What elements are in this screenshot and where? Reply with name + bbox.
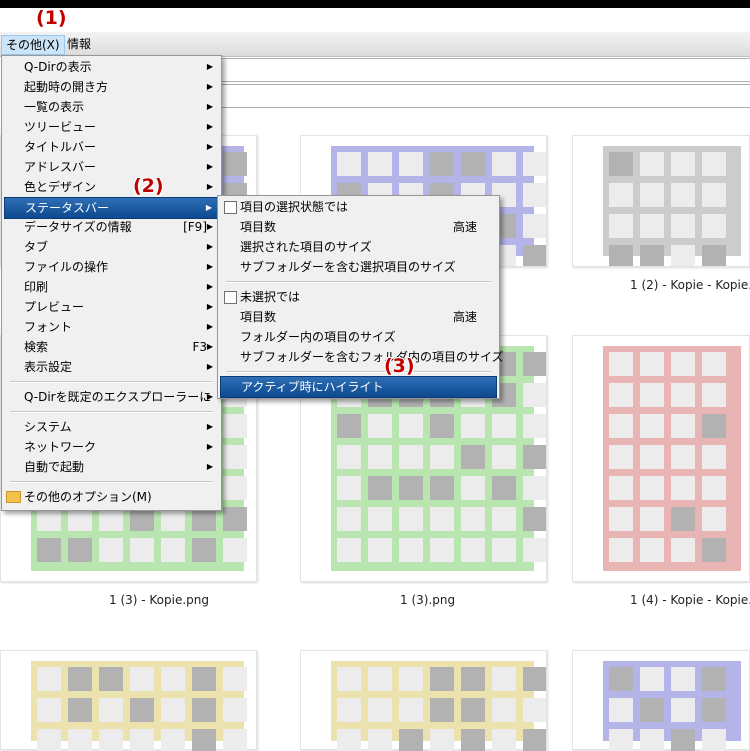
menu-bar: その他(X) 情報	[0, 32, 750, 57]
submenu-item-folder-size-sub[interactable]: サブフォルダーを含むフォルダ内の項目のサイズ	[220, 347, 504, 367]
menu-item-qdir-display[interactable]: Q-Dirの表示 ▶	[4, 57, 219, 77]
menu-item-color-design[interactable]: 色とデザイン ▶	[4, 177, 219, 197]
file-name[interactable]: 1 (2) - Kopie - Kopie.png	[630, 278, 750, 292]
step-marker-1: (1)	[36, 7, 67, 29]
folder-icon	[6, 491, 21, 503]
menu-item-status-bar[interactable]: ステータスバー ▶	[4, 197, 219, 219]
thumbnail-tile[interactable]	[572, 135, 750, 267]
menu-separator	[10, 411, 213, 413]
menu-other[interactable]: その他(X)	[1, 35, 65, 55]
window-top-edge	[0, 0, 750, 8]
checkbox-icon	[224, 201, 237, 214]
thumbnail-tile[interactable]	[0, 650, 257, 751]
menu-item-default-explorer[interactable]: Q-Dirを既定のエクスプローラーに ▶	[4, 387, 219, 407]
step-marker-3: (3)	[384, 355, 415, 377]
menu-item-search[interactable]: 検索 F3 ▶	[4, 337, 219, 357]
submenu-item-folder-size[interactable]: フォルダー内の項目のサイズ	[220, 327, 497, 347]
status-bar-submenu: 項目の選択状態では 項目数 高速 選択された項目のサイズ サブフォルダーを含む選択…	[217, 195, 504, 399]
submenu-item-selected-size-sub[interactable]: サブフォルダーを含む選択項目のサイズ	[220, 257, 497, 277]
submenu-item-highlight-active[interactable]: アクティブ時にハイライト	[220, 376, 497, 398]
checkbox-icon	[224, 291, 237, 304]
submenu-item-selected-header[interactable]: 項目の選択状態では	[220, 197, 497, 217]
menu-item-file-ops[interactable]: ファイルの操作 ▶	[4, 257, 219, 277]
menu-item-startup[interactable]: 起動時の開き方 ▶	[4, 77, 219, 97]
submenu-item-selected-size[interactable]: 選択された項目のサイズ	[220, 237, 497, 257]
menu-item-other-options[interactable]: その他のオプション(M)	[4, 487, 219, 507]
file-name[interactable]: 1 (4) - Kopie - Kopie.png	[630, 593, 750, 607]
submenu-item-unselected-header[interactable]: 未選択では	[220, 287, 497, 307]
step-marker-2: (2)	[133, 175, 164, 197]
menu-separator	[10, 481, 213, 483]
other-dropdown-menu: Q-Dirの表示 ▶ 起動時の開き方 ▶ 一覧の表示 ▶ ツリービュー ▶ タイトルバー…	[1, 55, 222, 511]
thumbnail-tile[interactable]	[572, 650, 750, 751]
menu-item-tabs[interactable]: タブ ▶	[4, 237, 219, 257]
menu-item-preview[interactable]: プレビュー ▶	[4, 297, 219, 317]
thumbnail-tile[interactable]	[572, 335, 750, 582]
menu-item-list-view[interactable]: 一覧の表示 ▶	[4, 97, 219, 117]
menu-item-print[interactable]: 印刷 ▶	[4, 277, 219, 297]
file-name[interactable]: 1 (3) - Kopie.png	[109, 593, 209, 607]
menu-separator	[226, 281, 491, 283]
menu-item-system[interactable]: システム ▶	[4, 417, 219, 437]
submenu-item-count-2[interactable]: 項目数 高速	[220, 307, 497, 327]
path-bar[interactable]	[220, 84, 750, 108]
menu-item-title-bar[interactable]: タイトルバー ▶	[4, 137, 219, 157]
menu-separator	[226, 371, 491, 373]
menu-item-display-settings[interactable]: 表示設定 ▶	[4, 357, 219, 377]
address-bar[interactable]	[220, 58, 750, 82]
menu-item-autostart[interactable]: 自動で起動 ▶	[4, 457, 219, 477]
menu-info[interactable]: 情報	[63, 35, 95, 53]
menu-separator	[10, 381, 213, 383]
thumbnail-tile[interactable]	[300, 650, 547, 751]
menu-item-tree-view[interactable]: ツリービュー ▶	[4, 117, 219, 137]
menu-item-data-size[interactable]: データサイズの情報 [F9] ▶	[4, 217, 219, 237]
menu-item-network[interactable]: ネットワーク ▶	[4, 437, 219, 457]
menu-item-font[interactable]: フォント ▶	[4, 317, 219, 337]
submenu-item-count[interactable]: 項目数 高速	[220, 217, 497, 237]
file-name[interactable]: 1 (3).png	[400, 593, 455, 607]
menu-item-address-bar[interactable]: アドレスバー ▶	[4, 157, 219, 177]
